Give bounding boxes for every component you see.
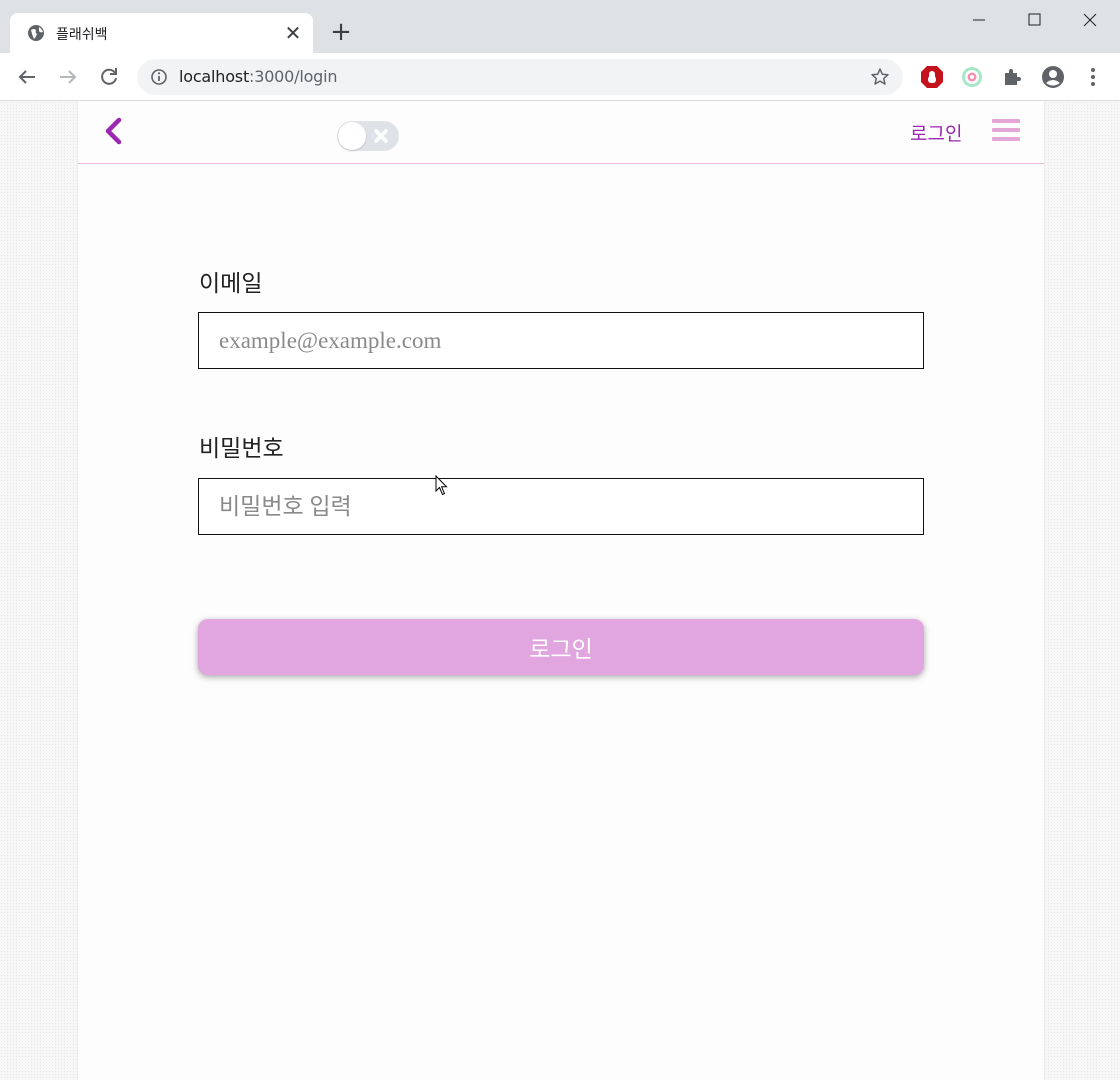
toggle-knob [338, 122, 366, 150]
bookmark-star-icon[interactable] [870, 67, 890, 87]
app-header: 로그인 [78, 101, 1044, 164]
header-login-link[interactable]: 로그인 [910, 119, 962, 146]
hamburger-icon[interactable] [992, 118, 1020, 144]
app-container: 로그인 이메일 비밀번호 로그인 [77, 101, 1045, 1080]
forward-arrow-icon[interactable] [55, 64, 81, 90]
tab-close-icon[interactable]: ✕ [282, 22, 304, 44]
tab-title: 플래쉬백 [56, 27, 108, 43]
dark-mode-toggle[interactable] [337, 121, 399, 151]
email-label: 이메일 [199, 271, 263, 297]
profile-avatar-icon[interactable] [1041, 65, 1065, 89]
page-viewport: 로그인 이메일 비밀번호 로그인 [0, 101, 1120, 1080]
email-field[interactable] [198, 312, 924, 369]
password-field[interactable] [198, 478, 924, 535]
url-text: localhost:3000/login [179, 67, 338, 86]
hamburger-line [992, 119, 1020, 123]
extensions-puzzle-icon[interactable] [1001, 65, 1025, 89]
url-host: localhost [179, 67, 250, 86]
close-icon [374, 129, 388, 143]
url-path: :3000/login [249, 67, 338, 86]
address-bar[interactable]: localhost:3000/login [137, 59, 903, 95]
back-arrow-icon[interactable] [14, 64, 40, 90]
window-close-icon[interactable] [1065, 8, 1115, 32]
browser-tabstrip: 플래쉬백 ✕ + [0, 0, 1120, 53]
browser-menu-icon[interactable] [1081, 65, 1105, 89]
hamburger-line [992, 137, 1020, 141]
browser-toolbar: localhost:3000/login [0, 53, 1120, 101]
new-tab-button[interactable]: + [328, 19, 354, 45]
globe-icon [28, 25, 44, 41]
maximize-icon[interactable] [1010, 8, 1060, 32]
browser-tab[interactable]: 플래쉬백 ✕ [10, 13, 313, 53]
adblock-stop-icon[interactable] [920, 65, 944, 89]
info-icon[interactable] [150, 68, 168, 86]
login-button[interactable]: 로그인 [198, 619, 924, 675]
extension-target-icon[interactable] [960, 65, 984, 89]
reload-icon[interactable] [96, 64, 122, 90]
mouse-cursor-icon [435, 475, 448, 496]
chevron-left-icon[interactable] [102, 117, 124, 145]
password-label: 비밀번호 [199, 436, 284, 462]
minimize-icon[interactable] [955, 8, 1005, 32]
hamburger-line [992, 128, 1020, 132]
